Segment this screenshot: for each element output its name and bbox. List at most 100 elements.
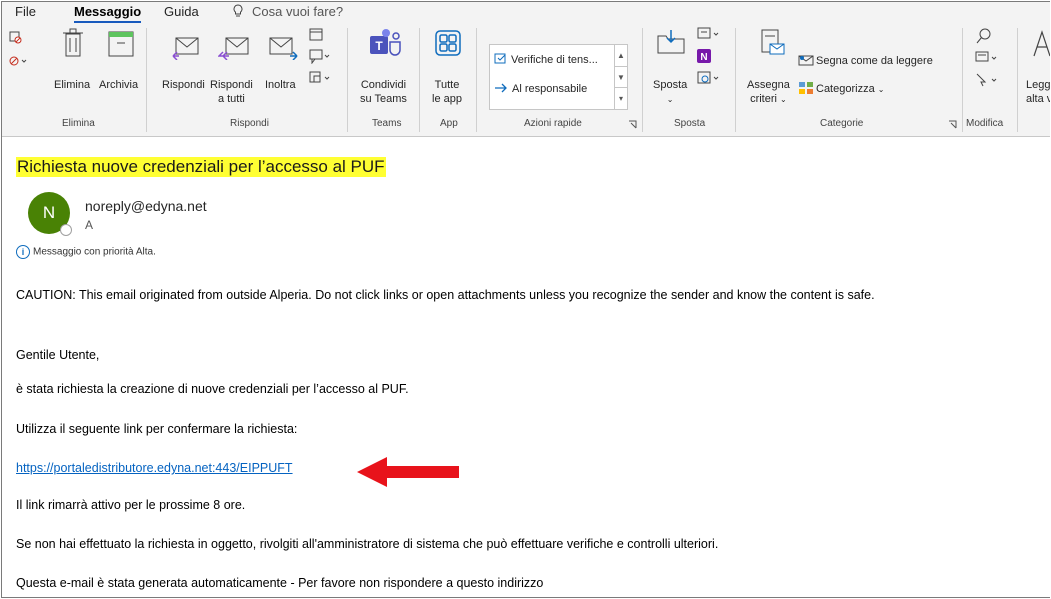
delete-button[interactable]: Elimina bbox=[54, 78, 90, 92]
quick-step-verifiche[interactable]: Verifiche di tens... bbox=[494, 53, 598, 66]
mark-unread-button[interactable]: Segna come da leggere bbox=[798, 54, 933, 68]
trash-icon[interactable] bbox=[61, 28, 85, 58]
ignore-icon[interactable] bbox=[8, 30, 22, 44]
greeting: Gentile Utente, bbox=[16, 348, 100, 362]
categorize-button[interactable]: Categorizza ⌄ bbox=[798, 81, 884, 97]
reply-all-label-2: a tutti bbox=[217, 93, 245, 105]
onenote-icon[interactable]: N bbox=[696, 48, 712, 64]
body-line-5: Questa e-mail è stata generata automatic… bbox=[16, 576, 544, 590]
teams-icon[interactable]: T bbox=[368, 28, 402, 58]
forward-icon[interactable] bbox=[268, 34, 300, 60]
assign-policy-label-2: criteri bbox=[750, 93, 777, 105]
active-tab-underline bbox=[74, 21, 142, 23]
gallery-expand[interactable]: ▾ bbox=[614, 87, 627, 110]
group-label-modifica: Modifica bbox=[966, 118, 1004, 129]
assign-policy-icon[interactable] bbox=[758, 28, 788, 58]
tab-messaggio[interactable]: Messaggio bbox=[74, 4, 142, 23]
confirmation-link[interactable]: https://portaledistributore.edyna.net:44… bbox=[16, 461, 293, 475]
tab-file[interactable]: File bbox=[15, 4, 36, 19]
recipient-field[interactable]: A bbox=[85, 218, 93, 232]
assign-policy-button[interactable]: Assegna criteri ⌄ bbox=[747, 78, 790, 107]
assign-policy-chevron: ⌄ bbox=[780, 95, 787, 104]
ribbon-separator bbox=[146, 28, 147, 132]
gallery-scroll-down[interactable]: ▼ bbox=[614, 66, 627, 88]
ribbon-separator bbox=[476, 28, 477, 132]
tell-me-text: Cosa vuoi fare? bbox=[252, 4, 344, 19]
share-to-teams-button[interactable]: Condividi su Teams bbox=[360, 78, 407, 106]
reply-icon[interactable] bbox=[170, 34, 200, 60]
ribbon-separator bbox=[962, 28, 963, 132]
reply-all-button[interactable]: Rispondi a tutti bbox=[210, 78, 253, 106]
presence-indicator bbox=[60, 224, 72, 236]
menu-bar: File Messaggio Guida Cosa vuoi fare? bbox=[2, 2, 1050, 25]
red-arrow-icon bbox=[357, 457, 459, 487]
outlook-message-window: File Messaggio Guida Cosa vuoi fare? Eli… bbox=[1, 1, 1050, 598]
im-reply-icon[interactable] bbox=[308, 48, 332, 64]
share-label-1: Condividi bbox=[360, 79, 407, 91]
search-icon[interactable] bbox=[976, 28, 992, 46]
ribbon-separator bbox=[347, 28, 348, 132]
read-aloud-label-1: Legg bbox=[1026, 79, 1050, 91]
report-icon[interactable] bbox=[8, 54, 28, 68]
body-line-2: Utilizza il seguente link per confermare… bbox=[16, 422, 298, 436]
more-respond-icon[interactable] bbox=[308, 70, 332, 86]
move-label: Sposta bbox=[653, 79, 688, 91]
tell-me-search[interactable]: Cosa vuoi fare? bbox=[232, 4, 343, 19]
ribbon-separator bbox=[419, 28, 420, 132]
all-apps-icon[interactable] bbox=[435, 30, 461, 56]
share-label-2: su Teams bbox=[360, 93, 407, 105]
priority-notice: i Messaggio con priorità Alta. bbox=[16, 245, 156, 259]
svg-text:N: N bbox=[700, 52, 707, 63]
priority-text: Messaggio con priorità Alta. bbox=[33, 246, 156, 258]
ribbon: Elimina Archivia Elimina Rispondi Rispon… bbox=[2, 24, 1050, 137]
tab-messaggio-label: Messaggio bbox=[74, 4, 142, 19]
envelope-unread-icon bbox=[798, 55, 814, 66]
ribbon-separator bbox=[735, 28, 736, 132]
read-aloud-icon[interactable] bbox=[1032, 30, 1050, 60]
dialog-launcher-icon[interactable] bbox=[948, 120, 957, 129]
all-apps-button[interactable]: Tutte le app bbox=[432, 78, 462, 106]
caution-banner: CAUTION: This email originated from outs… bbox=[16, 288, 875, 302]
confirmation-link-text[interactable]: https://portaledistributore.edyna.net:44… bbox=[16, 461, 293, 475]
archive-button[interactable]: Archivia bbox=[99, 78, 138, 92]
group-label-elimina: Elimina bbox=[62, 118, 95, 129]
email-subject: Richiesta nuove credenziali per l’access… bbox=[16, 157, 386, 177]
actions-icon[interactable] bbox=[696, 70, 722, 86]
move-dropdown-chevron: ⌄ bbox=[666, 95, 674, 104]
move-folder-icon[interactable] bbox=[656, 28, 686, 56]
quick-step-verifiche-label: Verifiche di tens... bbox=[511, 54, 598, 66]
all-apps-label-1: Tutte bbox=[434, 79, 460, 91]
assign-policy-label-1: Assegna bbox=[747, 79, 790, 91]
rules-icon[interactable] bbox=[696, 26, 722, 42]
lightbulb-icon bbox=[233, 4, 243, 17]
forward-button[interactable]: Inoltra bbox=[265, 78, 296, 92]
body-line-1: è stata richiesta la creazione di nuove … bbox=[16, 382, 409, 396]
info-icon: i bbox=[16, 245, 30, 259]
group-label-rispondi: Rispondi bbox=[230, 118, 269, 129]
group-label-azioni-rapide: Azioni rapide bbox=[524, 118, 582, 129]
svg-text:T: T bbox=[375, 39, 383, 53]
dialog-launcher-icon[interactable] bbox=[628, 120, 637, 129]
meeting-reply-icon[interactable] bbox=[308, 26, 324, 42]
read-aloud-label-2: alta v bbox=[1026, 93, 1050, 105]
categorize-chevron: ⌄ bbox=[877, 85, 885, 94]
ribbon-separator bbox=[1017, 28, 1018, 132]
group-label-app: App bbox=[440, 118, 458, 129]
group-label-teams: Teams bbox=[372, 118, 402, 129]
reply-all-icon[interactable] bbox=[218, 34, 250, 60]
read-aloud-button[interactable]: Legg alta v bbox=[1026, 78, 1050, 106]
tab-guida[interactable]: Guida bbox=[164, 4, 199, 19]
reply-button[interactable]: Rispondi bbox=[162, 78, 205, 92]
select-icon[interactable] bbox=[974, 50, 1000, 66]
archive-icon[interactable] bbox=[107, 30, 135, 58]
move-button[interactable]: Sposta ⌄ bbox=[653, 78, 687, 107]
cursor-select-icon[interactable] bbox=[974, 72, 1000, 88]
ribbon-separator bbox=[642, 28, 643, 132]
categorize-label: Categorizza bbox=[816, 83, 875, 95]
gallery-scroll-up[interactable]: ▲ bbox=[614, 45, 627, 66]
group-label-categorie: Categorie bbox=[820, 118, 864, 129]
sender-address[interactable]: noreply@edyna.net bbox=[85, 198, 207, 214]
quick-step-responsabile[interactable]: Al responsabile bbox=[494, 83, 587, 95]
quick-steps-gallery[interactable]: Verifiche di tens... Al responsabile ▲ ▼… bbox=[489, 44, 628, 110]
mark-unread-label: Segna come da leggere bbox=[816, 55, 933, 67]
